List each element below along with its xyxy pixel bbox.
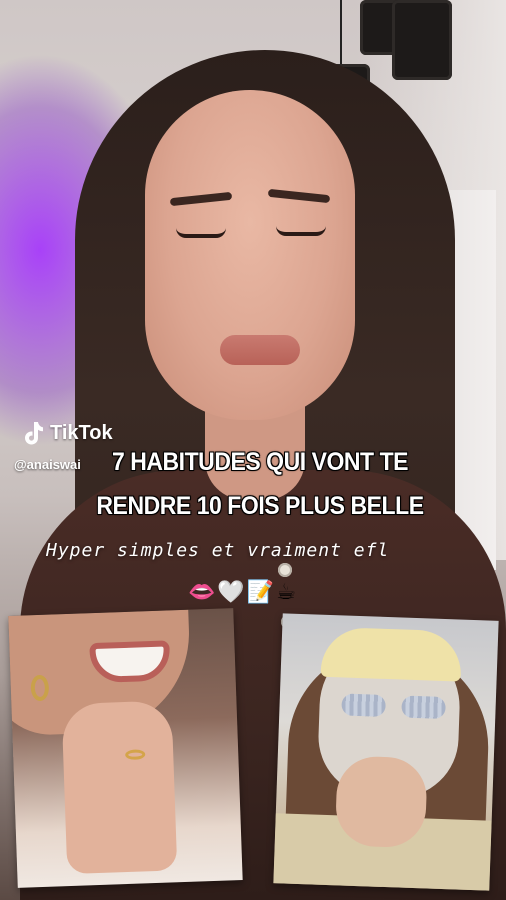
inset-photo-smile: [8, 608, 243, 888]
person-lips: [220, 335, 300, 365]
subtitle-handwritten: Hyper simples et vraiment efl: [46, 540, 390, 561]
eye: [176, 228, 226, 238]
tiktok-brand-text: TikTok: [50, 421, 113, 444]
eye: [276, 226, 326, 236]
headline-line-1: 7 HABITUDES QUI VONT TE: [111, 448, 409, 476]
photo-hand: [61, 700, 178, 875]
pendant-lamp: [392, 0, 452, 80]
sweater-button: [278, 563, 292, 577]
tiktok-note-icon: [25, 422, 43, 445]
lamp-cord: [340, 0, 342, 70]
eye-patch: [341, 693, 386, 717]
tiktok-watermark: TikTok: [18, 419, 113, 447]
emoji-row: 👄🤍📝☕: [188, 580, 298, 605]
creator-handle[interactable]: @anaiswai: [14, 457, 81, 472]
photo-headband: [320, 626, 463, 682]
inset-photo-skincare: [273, 613, 499, 891]
headline-line-2: RENDRE 10 FOIS PLUS BELLE: [96, 492, 424, 520]
eye-patch: [401, 695, 446, 720]
photo-hand: [334, 755, 428, 849]
person-face: [145, 90, 355, 420]
